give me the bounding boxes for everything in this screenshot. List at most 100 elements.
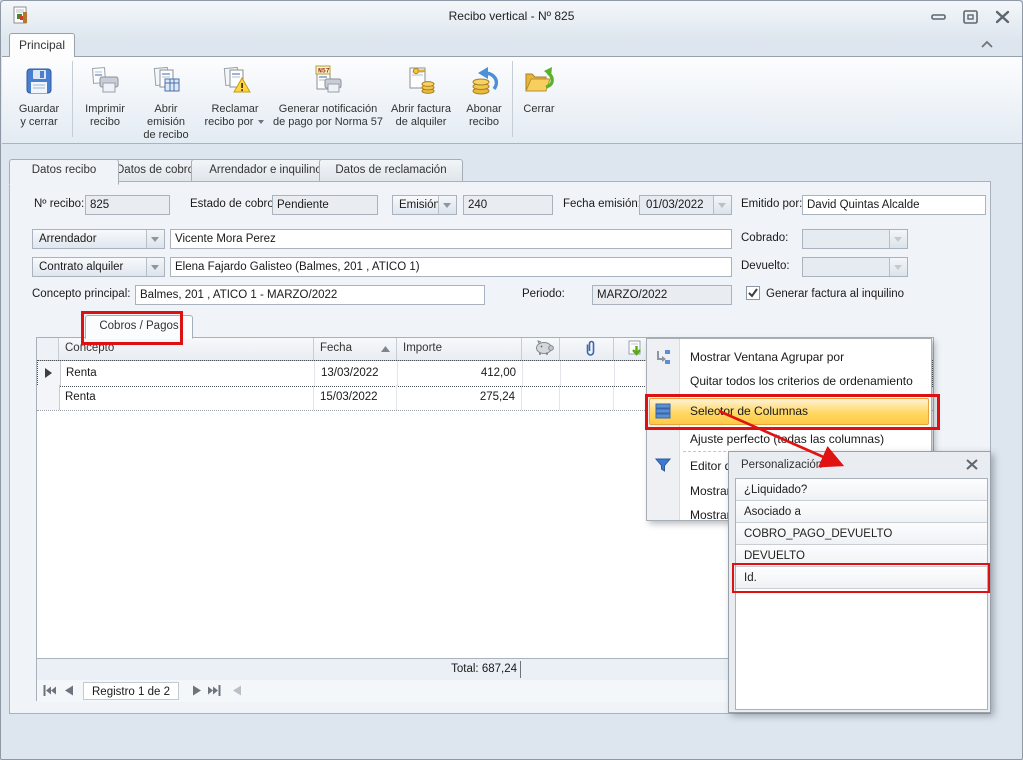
cell-fecha[interactable]: 15/03/2022: [314, 385, 397, 410]
hidden-columns-list: ¿Liquidado? Asociado a COBRO_PAGO_DEVUEL…: [735, 478, 988, 710]
cell-piggy[interactable]: [522, 385, 560, 410]
column-header-piggy[interactable]: [522, 338, 560, 360]
devuelto-field[interactable]: [802, 257, 908, 277]
summary-caret: [520, 661, 521, 678]
list-item-cobro-pago-devuelto[interactable]: COBRO_PAGO_DEVUELTO: [736, 523, 987, 545]
periodo-label: Periodo:: [522, 288, 565, 300]
print-receipt-button[interactable]: Imprimir recibo: [78, 61, 132, 139]
emitido-por-label: Emitido por:: [741, 198, 802, 210]
collapse-ribbon-icon[interactable]: [977, 37, 999, 53]
open-rent-invoice-button[interactable]: Abrir factura de alquiler: [386, 61, 456, 139]
button-label: y cerrar: [20, 116, 57, 128]
button-label: de pago por Norma 57: [273, 116, 383, 128]
generar-factura-checkbox[interactable]: [746, 286, 760, 303]
generate-norma57-notification-button[interactable]: N57 Generar notificación de pago por Nor…: [272, 61, 384, 139]
open-receipt-emission-button[interactable]: Abrir emisión de recibo: [134, 61, 198, 139]
column-header-download[interactable]: [614, 338, 650, 360]
customization-window: Personalización ¿Liquidado? Asociado a C…: [728, 451, 991, 713]
fecha-emision-label: Fecha emisión:: [563, 198, 641, 210]
chevron-down-icon[interactable]: [146, 230, 164, 248]
arrendador-field[interactable]: Vicente Mora Perez: [170, 229, 732, 249]
refund-icon: [458, 63, 510, 103]
chevron-down-icon[interactable]: [146, 258, 164, 276]
scroll-left-icon[interactable]: [233, 685, 242, 699]
cobrado-field[interactable]: [802, 229, 908, 249]
emision-combo-value: Emisión: [399, 199, 440, 211]
claim-receipt-button[interactable]: Reclamar recibo por: [200, 61, 270, 139]
cell-importe[interactable]: 275,24: [397, 385, 522, 410]
cell-concepto[interactable]: Renta: [60, 361, 315, 386]
cell-attachment[interactable]: [560, 385, 614, 410]
ribbon: Guardar y cerrar Imprimir recibo Abrir e…: [2, 56, 1023, 144]
close-icon[interactable]: [966, 459, 978, 473]
app-window: Recibo vertical - Nº 825 Principal Guard…: [0, 0, 1023, 760]
column-header-concepto[interactable]: Concepto: [59, 338, 314, 360]
last-record-icon[interactable]: [207, 685, 221, 699]
paperclip-icon: [584, 340, 596, 357]
ribbon-tab-principal[interactable]: Principal: [9, 33, 75, 57]
menu-item-group-by[interactable]: Mostrar Ventana Agrupar por: [647, 345, 931, 369]
chevron-down-icon[interactable]: [438, 196, 456, 214]
window-title: Recibo vertical - Nº 825: [1, 9, 1022, 23]
minimize-button[interactable]: [929, 10, 951, 24]
current-row-arrow-icon: [44, 368, 54, 378]
chevron-down-icon[interactable]: [713, 196, 731, 214]
menu-item-best-fit[interactable]: Ajuste perfecto (todas las columnas): [647, 427, 931, 451]
record-position: Registro 1 de 2: [83, 682, 179, 700]
estado-cobro-field[interactable]: Pendiente: [272, 195, 378, 215]
emision-number-field[interactable]: 240: [463, 195, 553, 215]
column-header-importe[interactable]: Importe: [397, 338, 522, 360]
close-window-button[interactable]: Cerrar: [516, 61, 562, 139]
generar-factura-label[interactable]: Generar factura al inquilino: [766, 288, 904, 300]
column-header-attachment[interactable]: [560, 338, 614, 360]
num-recibo-field[interactable]: 825: [85, 195, 170, 215]
cell-fecha[interactable]: 13/03/2022: [315, 361, 398, 386]
chevron-down-icon: [889, 258, 907, 276]
list-item-liquidado[interactable]: ¿Liquidado?: [736, 479, 987, 501]
cell-piggy[interactable]: [523, 361, 561, 386]
list-item-devuelto[interactable]: DEVUELTO: [736, 545, 987, 567]
fecha-emision-value: 01/03/2022: [646, 199, 704, 211]
dropdown-arrow-icon: [258, 119, 265, 125]
column-header-fecha[interactable]: Fecha: [314, 338, 397, 360]
arrendador-combo[interactable]: Arrendador: [32, 229, 165, 249]
cell-importe[interactable]: 412,00: [398, 361, 523, 386]
button-label: recibo: [90, 116, 120, 128]
periodo-field[interactable]: MARZO/2022: [592, 285, 732, 305]
contrato-alquiler-field[interactable]: Elena Fajardo Galisteo (Balmes, 201 , AT…: [170, 257, 732, 277]
restore-button[interactable]: [961, 10, 983, 24]
row-indicator: [38, 361, 61, 386]
devuelto-label: Devuelto:: [741, 260, 790, 272]
previous-record-icon[interactable]: [65, 685, 74, 699]
emitido-por-field[interactable]: David Quintas Alcalde: [802, 195, 986, 215]
customization-title: Personalización: [741, 459, 822, 471]
column-chooser-icon: [654, 402, 672, 423]
title-bar: Recibo vertical - Nº 825: [1, 1, 1022, 31]
tab-datos-recibo[interactable]: Datos recibo: [9, 159, 119, 185]
row-indicator-header: [37, 338, 59, 360]
save-icon: [10, 63, 68, 103]
refund-receipt-button[interactable]: Abonar recibo: [458, 61, 510, 139]
emision-combo[interactable]: Emisión: [392, 195, 457, 215]
menu-item-column-chooser[interactable]: Selector de Columnas: [647, 398, 931, 424]
close-button[interactable]: [993, 10, 1015, 24]
save-and-close-button[interactable]: Guardar y cerrar: [10, 61, 68, 139]
close-folder-icon: [516, 63, 562, 103]
concepto-principal-field[interactable]: Balmes, 201 , ATICO 1 - MARZO/2022: [135, 285, 485, 305]
list-item-asociado[interactable]: Asociado a: [736, 501, 987, 523]
button-label: Generar notificación: [279, 103, 377, 115]
list-item-id[interactable]: Id.: [736, 567, 987, 589]
cell-concepto[interactable]: Renta: [59, 385, 314, 410]
next-record-icon[interactable]: [193, 685, 202, 699]
tab-cobros-pagos[interactable]: Cobros / Pagos: [85, 315, 193, 339]
piggy-bank-icon: [534, 340, 554, 355]
button-label: recibo por: [205, 116, 254, 128]
menu-item-clear-sorting[interactable]: Quitar todos los criterios de ordenamien…: [647, 369, 931, 393]
contrato-alquiler-combo[interactable]: Contrato alquiler: [32, 257, 165, 277]
cobrado-label: Cobrado:: [741, 232, 788, 244]
first-record-icon[interactable]: [43, 685, 57, 699]
fecha-emision-field[interactable]: 01/03/2022: [639, 195, 732, 215]
cell-attachment[interactable]: [561, 361, 615, 386]
filter-icon: [654, 457, 672, 476]
cell-download[interactable]: [614, 385, 650, 410]
